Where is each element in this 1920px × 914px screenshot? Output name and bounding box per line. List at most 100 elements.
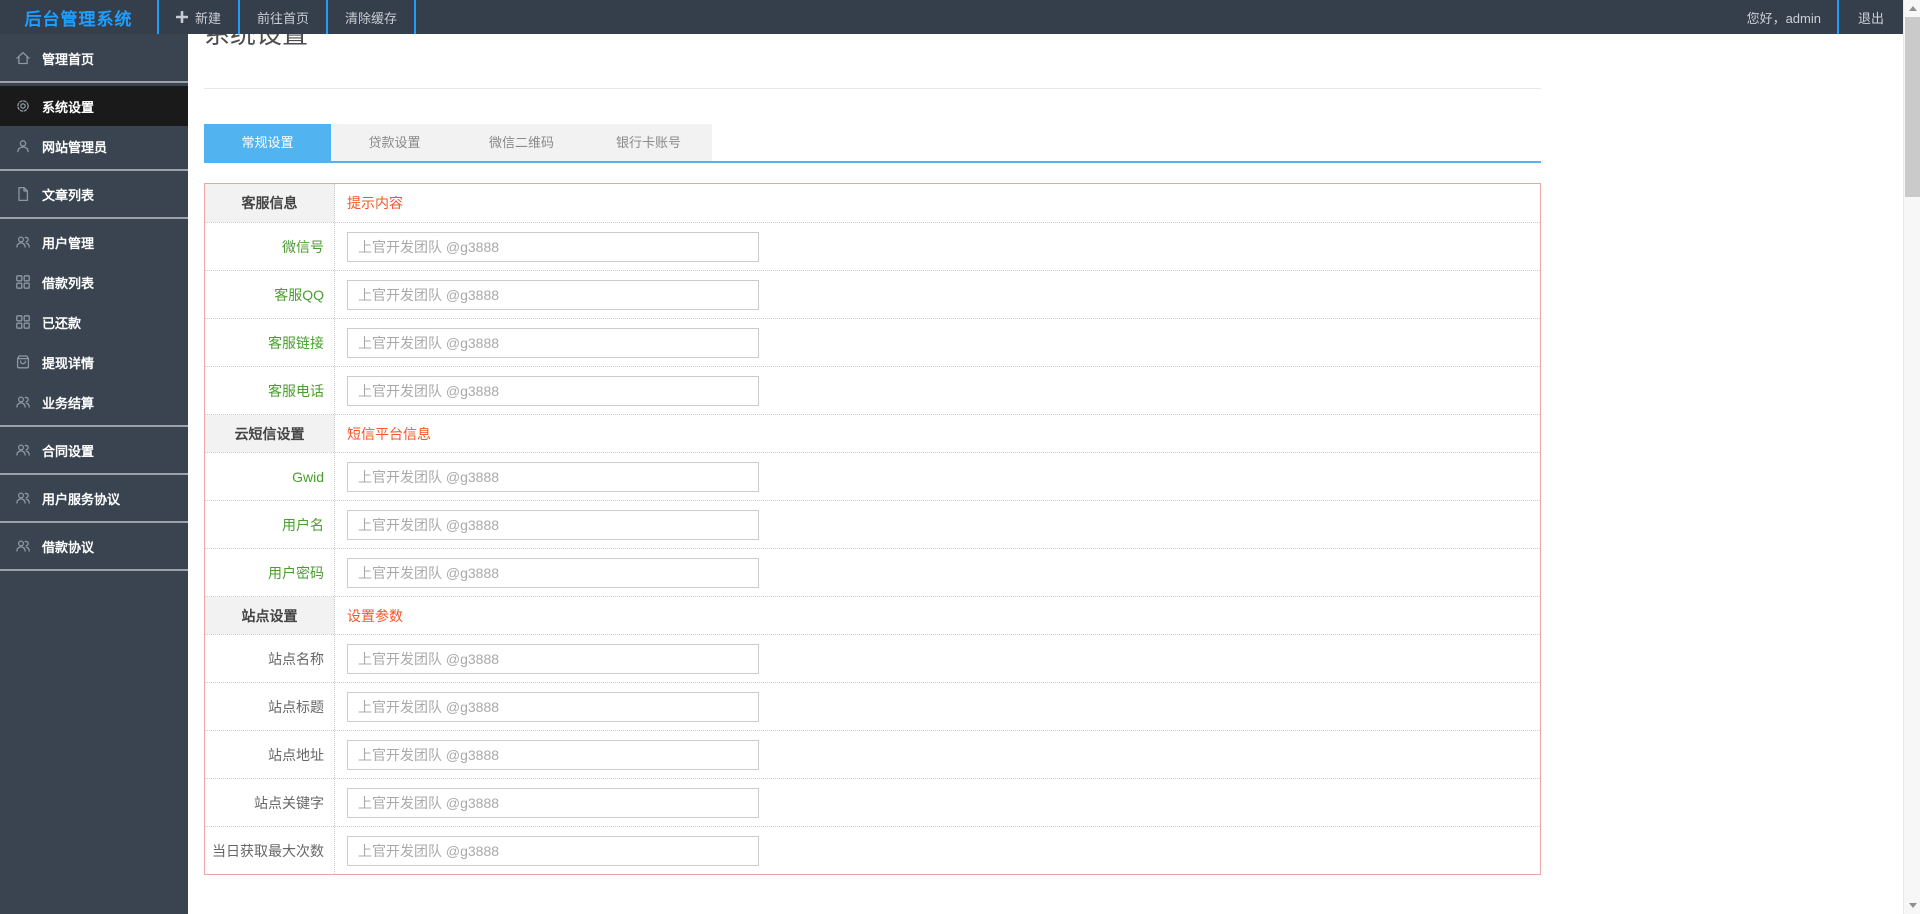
sidebar-item-label: 提现详情 — [42, 355, 95, 371]
form-row-service-link: 客服链接 — [205, 318, 1540, 366]
sidebar-item-business-settlement[interactable]: 业务结算 — [0, 382, 188, 422]
site-name-input[interactable] — [347, 643, 759, 674]
plus-icon — [176, 11, 188, 23]
section-hint: 提示内容 — [347, 195, 403, 211]
topbar: 后台管理系统 新建 前往首页 清除缓存 您好，admin 退出 — [0, 0, 1903, 34]
site-keywords-input[interactable] — [347, 787, 759, 818]
field-cell — [335, 827, 1540, 874]
service-link-input[interactable] — [347, 327, 759, 358]
new-button[interactable]: 新建 — [157, 0, 238, 34]
field-label: 当日获取最大次数 — [205, 827, 335, 874]
sidebar-item-label: 已还款 — [42, 315, 82, 331]
form-row-service-qq: 客服QQ — [205, 270, 1540, 318]
field-cell — [335, 319, 1540, 366]
wechat-id-input[interactable] — [347, 231, 759, 262]
user-icon — [15, 138, 31, 154]
form-row-site-keywords: 站点关键字 — [205, 778, 1540, 826]
sidebar-item-label: 业务结算 — [42, 395, 95, 411]
user-greeting: 您好，admin — [1746, 10, 1821, 26]
sidebar-item-label: 借款协议 — [42, 539, 95, 555]
app-logo: 后台管理系统 — [24, 9, 133, 29]
topbar-button-label: 新建 — [195, 10, 222, 26]
sidebar-item-admin-home[interactable]: 管理首页 — [0, 38, 188, 78]
sidebar-item-withdrawal-details[interactable]: 提现详情 — [0, 342, 188, 382]
sidebar-item-site-admin[interactable]: 网站管理员 — [0, 126, 188, 166]
title-divider — [204, 88, 1541, 89]
tab-wechat-qrcode[interactable]: 微信二维码 — [458, 124, 585, 161]
sms-password-input[interactable] — [347, 557, 759, 588]
form-row-site-title: 站点标题 — [205, 682, 1540, 730]
daily-max-fetch-input[interactable] — [347, 835, 759, 866]
field-label: 客服电话 — [205, 367, 335, 414]
field-cell — [335, 731, 1540, 778]
sidebar-group: 系统设置网站管理员 — [0, 81, 188, 166]
section-hint: 设置参数 — [347, 607, 403, 624]
form-row-gwid: Gwid — [205, 452, 1540, 500]
field-cell — [335, 453, 1540, 500]
grid-icon — [15, 314, 31, 330]
section-row-cloud-sms-settings: 云短信设置 短信平台信息 — [205, 414, 1540, 452]
field-label: Gwid — [205, 453, 335, 500]
sidebar-group: 用户管理 借款列表已还款提现详情业务结算 — [0, 217, 188, 422]
section-row-customer-service-info: 客服信息 提示内容 — [205, 184, 1540, 222]
scrollbar[interactable] — [1903, 0, 1920, 914]
form-row-sms-username: 用户名 — [205, 500, 1540, 548]
clear-cache-button[interactable]: 清除缓存 — [326, 0, 417, 34]
form-row-daily-max-fetch: 当日获取最大次数 — [205, 826, 1540, 874]
section-label: 云短信设置 — [205, 415, 335, 452]
main-content: 系统设置 常规设置贷款设置微信二维码银行卡账号 客服信息提示内容微信号客服QQ客… — [188, 0, 1903, 875]
settings-form: 客服信息提示内容微信号客服QQ客服链接客服电话云短信设置短信平台信息Gwid用户… — [204, 183, 1541, 875]
service-qq-input[interactable] — [347, 279, 759, 310]
tab-bar: 常规设置 贷款设置 微信二维码 银行卡账号 — [204, 124, 1541, 163]
topbar-button-label: 清除缓存 — [345, 10, 398, 26]
sidebar-item-label: 系统设置 — [42, 99, 95, 115]
section-hint: 短信平台信息 — [347, 425, 431, 442]
go-home-button[interactable]: 前往首页 — [238, 0, 326, 34]
site-title-input[interactable] — [347, 691, 759, 722]
sidebar-item-loan-list[interactable]: 借款列表 — [0, 262, 188, 302]
form-row-site-name: 站点名称 — [205, 634, 1540, 682]
sms-username-input[interactable] — [347, 509, 759, 540]
sidebar-item-repaid[interactable]: 已还款 — [0, 302, 188, 342]
field-label: 微信号 — [205, 223, 335, 270]
sidebar-item-label: 合同设置 — [42, 443, 95, 459]
sidebar-item-article-list[interactable]: 文章列表 — [0, 174, 188, 214]
sidebar: 管理首页系统设置网站管理员文章列表用户管理 借款列表已还款提现详情业务结算合同设置… — [0, 34, 188, 914]
sidebar-item-loan-agreement[interactable]: 借款协议 — [0, 526, 188, 566]
sidebar-item-label: 管理首页 — [42, 51, 95, 67]
form-row-service-phone: 客服电话 — [205, 366, 1540, 414]
field-label: 站点地址 — [205, 731, 335, 778]
tab-loan-settings[interactable]: 贷款设置 — [331, 124, 458, 161]
logout-button[interactable]: 退出 — [1839, 0, 1903, 34]
site-url-input[interactable] — [347, 739, 759, 770]
topbar-right: 您好，admin 退出 — [1747, 0, 1903, 34]
field-cell — [335, 223, 1540, 270]
users-icon — [15, 490, 31, 506]
users-icon — [15, 442, 31, 458]
users-icon — [15, 234, 31, 250]
scroll-down-icon[interactable] — [1904, 897, 1920, 914]
tab-general-settings[interactable]: 常规设置 — [204, 124, 331, 161]
users-icon — [15, 538, 31, 554]
topbar-button-label: 前往首页 — [257, 10, 310, 26]
field-cell — [335, 501, 1540, 548]
field-cell — [335, 779, 1540, 826]
sidebar-item-user-management[interactable]: 用户管理 — [0, 222, 188, 262]
tab-bank-card-account[interactable]: 银行卡账号 — [585, 124, 712, 161]
field-cell — [335, 683, 1540, 730]
field-label: 客服链接 — [205, 319, 335, 366]
sidebar-item-user-service-agreement[interactable]: 用户服务协议 — [0, 478, 188, 518]
sidebar-group: 合同设置 — [0, 425, 188, 470]
field-label: 客服QQ — [205, 271, 335, 318]
sidebar-item-system-settings[interactable]: 系统设置 — [0, 86, 188, 126]
field-label: 用户名 — [205, 501, 335, 548]
section-row-site-settings: 站点设置 设置参数 — [205, 596, 1540, 634]
scrollbar-thumb[interactable] — [1905, 17, 1920, 197]
gwid-input[interactable] — [347, 461, 759, 492]
service-phone-input[interactable] — [347, 375, 759, 406]
sidebar-group: 借款协议 — [0, 521, 188, 566]
scroll-up-icon[interactable] — [1904, 0, 1920, 17]
sidebar-item-contract-settings[interactable]: 合同设置 — [0, 430, 188, 470]
sidebar-group: 文章列表 — [0, 169, 188, 214]
sidebar-group: 用户服务协议 — [0, 473, 188, 518]
